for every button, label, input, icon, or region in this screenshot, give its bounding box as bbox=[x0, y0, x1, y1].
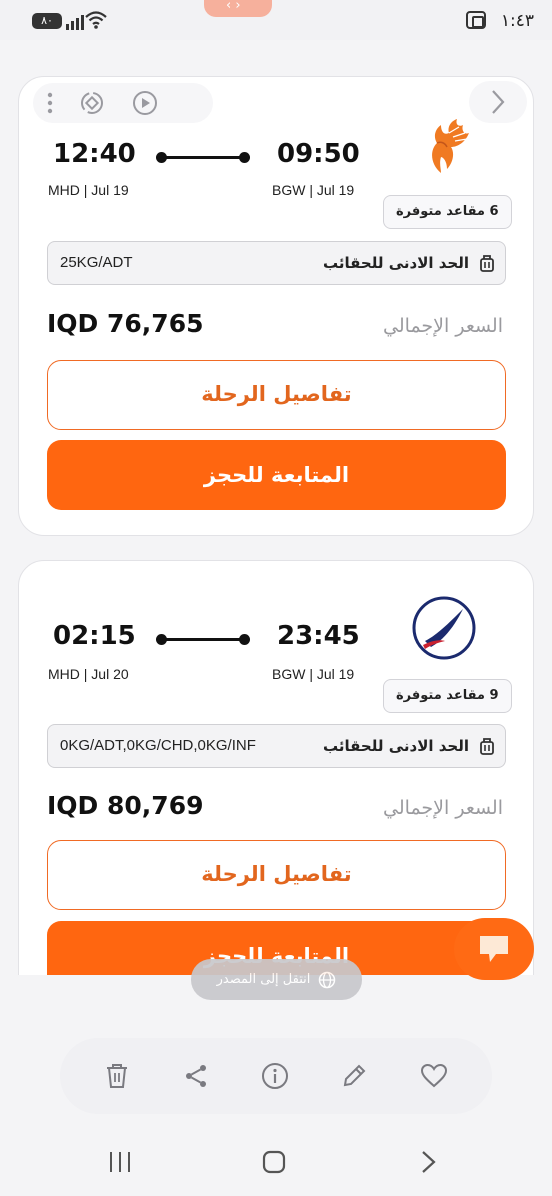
chevron-right-icon[interactable] bbox=[469, 81, 527, 123]
go-to-source-button[interactable]: انتقل إلى المصدر bbox=[191, 959, 362, 1000]
home-icon[interactable] bbox=[262, 1150, 286, 1174]
arrival-info: BGW | Jul 19 bbox=[272, 182, 355, 198]
total-price-label: السعر الإجمالي bbox=[383, 315, 503, 337]
back-icon[interactable] bbox=[420, 1150, 438, 1174]
chat-button[interactable] bbox=[454, 918, 534, 980]
delete-icon[interactable] bbox=[104, 1062, 130, 1090]
image-action-bar bbox=[60, 1038, 492, 1114]
seats-available-badge: 6 مقاعد متوفرة bbox=[383, 195, 512, 229]
flight-details-button[interactable]: تفاصيل الرحلة bbox=[47, 840, 506, 910]
seats-available-badge: 9 مقاعد متوفرة bbox=[383, 679, 512, 713]
total-price: IQD 76,765 bbox=[47, 309, 204, 338]
continue-booking-button[interactable]: المتابعة للحجز bbox=[47, 440, 506, 510]
arrival-info: BGW | Jul 19 bbox=[272, 666, 355, 682]
flight-card: 12:40 09:50 MHD | Jul 19 BGW | Jul 19 6 … bbox=[18, 76, 534, 536]
edit-icon[interactable] bbox=[341, 1063, 367, 1089]
baggage-value: 25KG/ADT bbox=[60, 254, 133, 271]
card-toolbar bbox=[33, 83, 213, 123]
info-icon[interactable] bbox=[261, 1062, 289, 1090]
signal-icon bbox=[66, 12, 84, 30]
total-price: IQD 80,769 bbox=[47, 791, 204, 820]
status-bar: ٨٠ ١:٤٣ bbox=[0, 0, 552, 40]
route-line bbox=[156, 634, 250, 645]
baggage-label: الحد الادنى للحقائب bbox=[322, 737, 469, 755]
route-line bbox=[156, 152, 250, 163]
battery-indicator: ٨٠ bbox=[32, 13, 62, 29]
arrival-time: 23:45 bbox=[277, 621, 360, 651]
departure-time: 02:15 bbox=[53, 621, 136, 651]
flight-results-list[interactable]: 12:40 09:50 MHD | Jul 19 BGW | Jul 19 6 … bbox=[0, 40, 552, 975]
departure-info: MHD | Jul 20 bbox=[48, 666, 129, 682]
departure-info: MHD | Jul 19 bbox=[48, 182, 129, 198]
phoenix-logo bbox=[432, 119, 469, 173]
share-icon[interactable] bbox=[183, 1063, 209, 1089]
globe-icon bbox=[319, 971, 336, 988]
flight-card: 02:15 23:45 MHD | Jul 20 BGW | Jul 19 9 … bbox=[18, 560, 534, 975]
screen-recorder-indicator[interactable] bbox=[204, 0, 272, 17]
swoosh-logo bbox=[412, 596, 476, 660]
wifi-icon bbox=[85, 11, 107, 29]
more-vertical-icon[interactable] bbox=[47, 92, 53, 114]
flight-details-button[interactable]: تفاصيل الرحلة bbox=[47, 360, 506, 430]
rotate-icon[interactable] bbox=[79, 90, 105, 116]
baggage-info: 0KG/ADT,0KG/CHD,0KG/INF الحد الادنى للحق… bbox=[47, 724, 506, 768]
recent-apps-icon[interactable] bbox=[108, 1150, 132, 1174]
baggage-label: الحد الادنى للحقائب bbox=[322, 254, 469, 272]
play-icon[interactable] bbox=[131, 89, 159, 117]
favorite-icon[interactable] bbox=[420, 1063, 448, 1089]
total-price-label: السعر الإجمالي bbox=[383, 797, 503, 819]
screen-capture-icon bbox=[466, 11, 486, 29]
chat-icon bbox=[480, 936, 508, 962]
status-time: ١:٤٣ bbox=[500, 11, 534, 31]
go-to-source-label: انتقل إلى المصدر bbox=[216, 972, 311, 987]
luggage-icon bbox=[480, 738, 494, 755]
baggage-info: 25KG/ADT الحد الادنى للحقائب bbox=[47, 241, 506, 285]
departure-time: 12:40 bbox=[53, 139, 136, 169]
luggage-icon bbox=[480, 255, 494, 272]
baggage-value: 0KG/ADT,0KG/CHD,0KG/INF bbox=[60, 737, 256, 754]
arrival-time: 09:50 bbox=[277, 139, 360, 169]
